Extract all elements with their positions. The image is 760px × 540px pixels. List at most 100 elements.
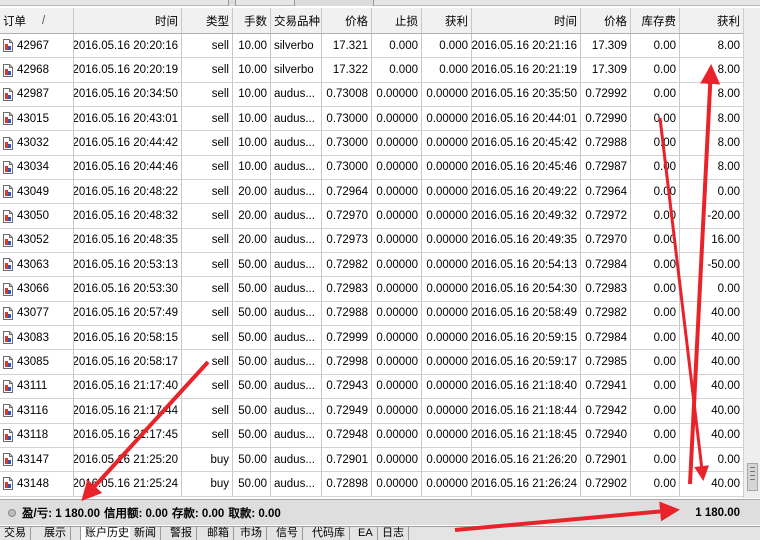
cell-lots: 50.00	[233, 326, 271, 350]
table-row[interactable]: 43052 2016.05.16 20:48:35 sell 20.00 audus..…	[0, 228, 743, 254]
cell-sl: 0.00000	[372, 82, 422, 107]
cell-text: 10.00	[238, 88, 267, 101]
table-row[interactable]: 43032 2016.05.16 20:44:42 sell 10.00 audus..…	[0, 131, 743, 156]
cell-text: 0.00000	[426, 429, 468, 442]
cell-sl: 0.00000	[372, 374, 422, 399]
cell-symbol: audus...	[271, 155, 322, 180]
cell-profit: 8.00	[680, 156, 743, 179]
cell-text: 0.72983	[326, 283, 368, 296]
cell-profit: 8.00	[680, 83, 743, 106]
cell-sl: 0.00000	[372, 423, 422, 447]
table-row[interactable]: 43015 2016.05.16 20:43:01 sell 10.00 audus..…	[0, 107, 743, 132]
tab-3[interactable]: 新闻	[130, 527, 161, 540]
cell-text: 0.000	[389, 64, 418, 77]
tab-4[interactable]: 警报	[166, 527, 197, 540]
cell-text: sell	[211, 356, 229, 369]
cell-text: 17.309	[591, 64, 627, 77]
table-row[interactable]: 42987 2016.05.16 20:34:50 sell 10.00 audus..…	[0, 82, 743, 108]
column-header-open-time[interactable]: 时间	[74, 8, 182, 33]
table-row[interactable]: 43148 2016.05.16 21:25:24 buy 50.00 audus...…	[0, 472, 743, 497]
tab-6[interactable]: 市场	[236, 527, 267, 540]
cell-open-time: 2016.05.16 20:53:13	[74, 253, 182, 277]
column-header-open-price[interactable]: 价格	[322, 8, 372, 33]
cell-text: 43147	[17, 453, 49, 466]
cell-text: 2016.05.16 20:20:19	[74, 64, 178, 77]
cell-text: 0.73000	[326, 112, 368, 125]
table-row[interactable]: 43116 2016.05.16 21:17:44 sell 50.00 audus..…	[0, 399, 743, 424]
cell-text: 0.72992	[585, 88, 627, 101]
table-row[interactable]: 42967 2016.05.16 20:20:16 sell 10.00 silverb…	[0, 34, 743, 59]
table-row[interactable]: 43118 2016.05.16 21:17:45 sell 50.00 audus..…	[0, 423, 743, 448]
cell-swap: 0.00	[631, 277, 680, 301]
cell-text: buy	[210, 477, 229, 490]
table-row[interactable]: 43147 2016.05.16 21:25:20 buy 50.00 audus...…	[0, 447, 743, 473]
order-document-icon	[3, 112, 13, 126]
cell-text: 43034	[17, 161, 49, 174]
cell-text: 50.00	[238, 404, 267, 417]
cell-close-price: 0.72901	[581, 447, 631, 472]
column-header-lots[interactable]: 手数	[233, 8, 271, 33]
column-header-swap[interactable]: 库存费	[631, 8, 680, 33]
cell-open-time: 2016.05.16 20:48:22	[74, 180, 182, 204]
table-row[interactable]: 43050 2016.05.16 20:48:32 sell 20.00 audus..…	[0, 204, 743, 229]
cell-symbol: audus...	[271, 301, 322, 326]
cell-text: 17.309	[591, 39, 627, 52]
table-row[interactable]: 42968 2016.05.16 20:20:19 sell 10.00 silverb…	[0, 58, 743, 83]
tab-9[interactable]: EA	[354, 527, 378, 540]
order-document-icon	[3, 477, 13, 491]
table-row[interactable]: 43066 2016.05.16 20:53:30 sell 50.00 audus..…	[0, 277, 743, 302]
cell-sl: 0.000	[372, 34, 422, 58]
table-row[interactable]: 43077 2016.05.16 20:57:49 sell 50.00 audus..…	[0, 301, 743, 327]
cell-open-time: 2016.05.16 20:58:17	[74, 350, 182, 374]
table-row[interactable]: 43034 2016.05.16 20:44:46 sell 10.00 audus..…	[0, 155, 743, 181]
cell-order: 43052	[0, 228, 74, 253]
cell-text: 50.00	[238, 331, 267, 344]
column-header-profit[interactable]: 获利	[680, 8, 743, 33]
cell-lots: 10.00	[233, 131, 271, 155]
cell-text: 0.00000	[376, 112, 418, 125]
tab-7[interactable]: 信号	[272, 527, 303, 540]
table-row[interactable]: 43063 2016.05.16 20:53:13 sell 50.00 audus..…	[0, 253, 743, 278]
table-row[interactable]: 43085 2016.05.16 20:58:17 sell 50.00 audus..…	[0, 350, 743, 375]
column-header-take-profit[interactable]: 获利	[422, 8, 472, 33]
cell-text: 2016.05.16 20:58:15	[74, 331, 178, 344]
cell-text: 0.00000	[376, 258, 418, 271]
table-row[interactable]: 43049 2016.05.16 20:48:22 sell 20.00 audus..…	[0, 180, 743, 205]
vertical-scrollbar[interactable]	[743, 8, 760, 498]
tab-10[interactable]: 日志	[378, 527, 409, 540]
column-header-close-price[interactable]: 价格	[581, 8, 631, 33]
cell-text: 43077	[17, 307, 49, 320]
cell-symbol: audus...	[271, 423, 322, 447]
cell-text: -20.00	[707, 210, 740, 223]
cell-text: 43032	[17, 137, 49, 150]
column-header-order[interactable]: 订单 /	[0, 8, 74, 33]
table-row[interactable]: 43083 2016.05.16 20:58:15 sell 50.00 audus..…	[0, 326, 743, 351]
tab-1[interactable]: 展示	[40, 527, 71, 540]
cell-text: buy	[210, 453, 229, 466]
cell-tp: 0.00000	[422, 326, 472, 350]
cell-type: sell	[182, 107, 233, 131]
column-header-type[interactable]: 类型	[182, 8, 233, 33]
cell-text: silverbo	[274, 64, 314, 77]
scrollbar-thumb[interactable]	[747, 463, 758, 491]
tab-0[interactable]: 交易	[0, 527, 31, 540]
tab-8[interactable]: 代码库	[308, 527, 350, 540]
cell-text: 0.00	[653, 356, 676, 369]
cell-text: 0.72987	[585, 161, 627, 174]
table-row[interactable]: 43111 2016.05.16 21:17:40 sell 50.00 audus..…	[0, 374, 743, 400]
cell-text: 2016.05.16 20:21:16	[472, 39, 577, 52]
tab-5[interactable]: 邮箱	[203, 527, 234, 540]
cell-tp: 0.00000	[422, 131, 472, 155]
cell-order: 43116	[0, 399, 74, 423]
column-header-close-time[interactable]: 时间	[472, 8, 581, 33]
tab-2[interactable]: 账户历史	[80, 527, 134, 540]
cell-sl: 0.00000	[372, 399, 422, 423]
toolbar-button[interactable]	[294, 0, 374, 6]
order-document-icon	[3, 331, 13, 345]
column-header-symbol[interactable]: 交易品种	[271, 8, 322, 33]
cell-text: 8.00	[717, 39, 740, 52]
column-header-stop-loss[interactable]: 止损	[372, 8, 422, 33]
cell-text: sell	[211, 210, 229, 223]
cell-text: sell	[211, 137, 229, 150]
cell-text: 0.72982	[585, 307, 627, 320]
